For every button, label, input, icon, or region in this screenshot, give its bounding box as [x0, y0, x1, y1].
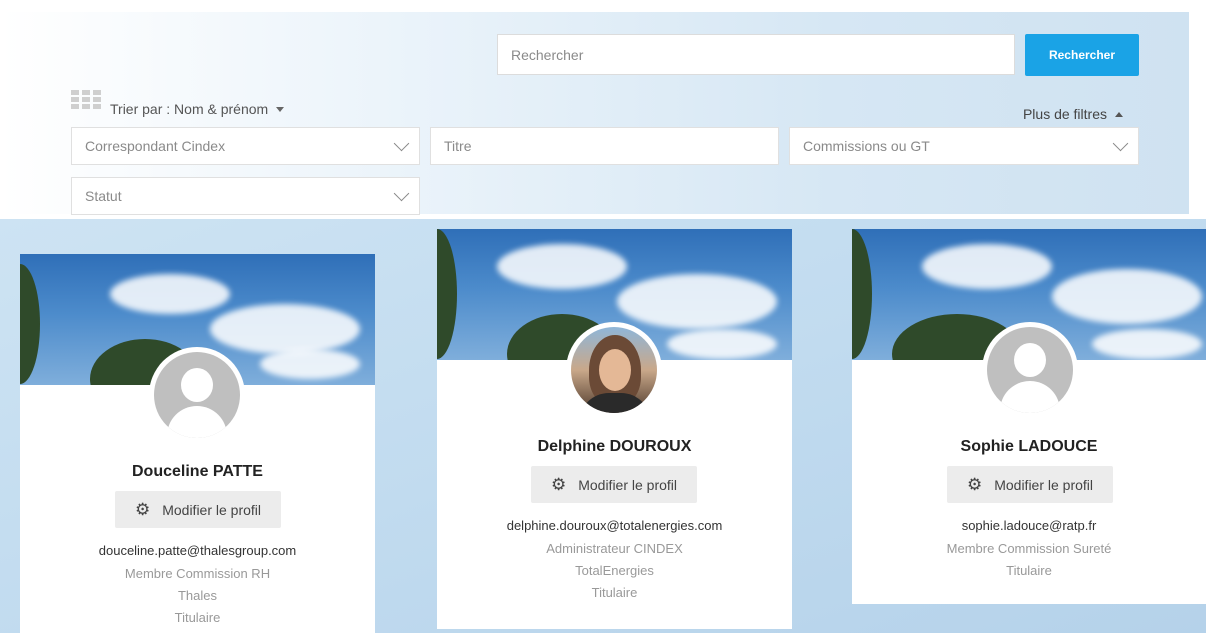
- member-company: Thales: [177, 588, 218, 603]
- edit-profile-label: Modifier le profil: [994, 476, 1094, 493]
- search-input[interactable]: Rechercher: [497, 34, 1015, 75]
- more-filters-toggle[interactable]: Plus de filtres: [1023, 106, 1123, 122]
- correspondant-select[interactable]: Correspondant Cindex: [71, 127, 420, 165]
- avatar: [566, 322, 662, 418]
- chevron-down-icon: [393, 135, 410, 151]
- member-status: Titulaire: [591, 585, 638, 600]
- sort-label: Trier par : Nom & prénom: [110, 101, 269, 117]
- search-button[interactable]: Rechercher: [1025, 34, 1139, 76]
- avatar: [982, 322, 1078, 418]
- member-email: delphine.douroux@totalenergies.com: [506, 518, 723, 533]
- edit-profile-label: Modifier le profil: [578, 476, 678, 493]
- member-email: sophie.ladouce@ratp.fr: [961, 518, 1097, 533]
- member-name: Douceline PATTE: [132, 463, 263, 480]
- chevron-down-icon: [1112, 135, 1129, 151]
- member-email: douceline.patte@thalesgroup.com: [98, 543, 297, 558]
- titre-input-label: Titre: [444, 138, 472, 154]
- more-filters-label: Plus de filtres: [1022, 106, 1107, 122]
- grid-icon[interactable]: [71, 90, 101, 110]
- member-company: TotalEnergies: [575, 563, 654, 578]
- member-card: Delphine DOUROUX ⚙ Modifier le profil de…: [437, 229, 792, 629]
- edit-profile-label: Modifier le profil: [162, 501, 262, 518]
- members-grid: Douceline PATTE ⚙ Modifier le profil dou…: [0, 219, 1206, 633]
- filter-panel: Rechercher Rechercher Trier par : Nom & …: [0, 12, 1189, 215]
- statut-select-label: Statut: [85, 188, 122, 204]
- member-role: Membre Commission RH: [124, 566, 271, 581]
- edit-profile-button[interactable]: ⚙ Modifier le profil: [531, 466, 697, 503]
- avatar: [149, 347, 245, 443]
- sort-dropdown[interactable]: Trier par : Nom & prénom: [110, 101, 285, 117]
- gear-icon: ⚙: [134, 500, 151, 519]
- gear-icon: ⚙: [966, 475, 983, 494]
- caret-up-icon: [1115, 111, 1123, 117]
- edit-profile-button[interactable]: ⚙ Modifier le profil: [947, 466, 1113, 503]
- edit-profile-button[interactable]: ⚙ Modifier le profil: [115, 491, 281, 528]
- commissions-select[interactable]: Commissions ou GT: [789, 127, 1139, 165]
- member-role: Membre Commission Sureté: [946, 541, 1112, 556]
- member-role: Administrateur CINDEX: [546, 541, 683, 556]
- member-card: Sophie LADOUCE ⚙ Modifier le profil soph…: [852, 229, 1206, 604]
- member-card: Douceline PATTE ⚙ Modifier le profil dou…: [20, 254, 375, 633]
- correspondant-select-label: Correspondant Cindex: [85, 138, 226, 154]
- caret-down-icon: [276, 106, 285, 112]
- gear-icon: ⚙: [550, 475, 567, 494]
- member-name: Sophie LADOUCE: [960, 438, 1098, 455]
- statut-select[interactable]: Statut: [71, 177, 420, 215]
- commissions-select-label: Commissions ou GT: [803, 138, 930, 154]
- member-status: Titulaire: [1006, 563, 1052, 578]
- member-status: Titulaire: [174, 610, 221, 625]
- member-name: Delphine DOUROUX: [537, 438, 692, 455]
- titre-input[interactable]: Titre: [430, 127, 779, 165]
- chevron-down-icon: [393, 185, 410, 201]
